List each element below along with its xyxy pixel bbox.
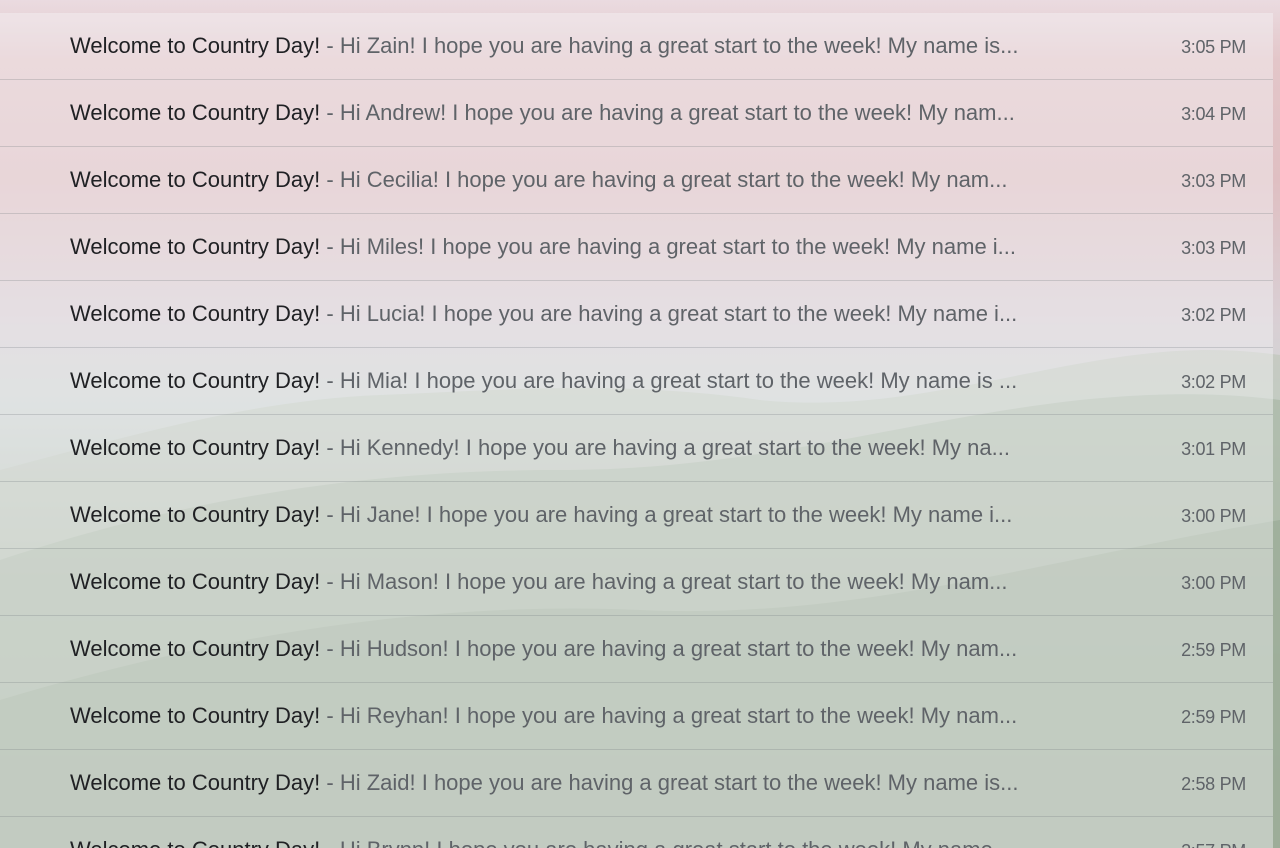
email-snippet: Hi Kennedy! I hope you are having a grea… xyxy=(339,435,1010,460)
email-time: 2:59 PM xyxy=(1181,640,1246,660)
email-subject: Welcome to Country Day! xyxy=(70,636,321,661)
email-snippet: Hi Miles! I hope you are having a great … xyxy=(339,234,1017,259)
subject-snippet-separator: - xyxy=(320,502,340,527)
email-row[interactable]: Welcome to Country Day! - Hi Mason! I ho… xyxy=(0,549,1273,616)
email-list: Welcome to Country Day! - Hi Zain! I hop… xyxy=(0,13,1273,848)
email-subject: Welcome to Country Day! xyxy=(70,502,321,527)
email-snippet: Hi Jane! I hope you are having a great s… xyxy=(339,502,1013,527)
email-subject: Welcome to Country Day! xyxy=(70,368,321,393)
email-summary: Welcome to Country Day! - Hi Kennedy! I … xyxy=(70,434,1088,462)
subject-snippet-separator: - xyxy=(320,368,340,393)
email-row[interactable]: Welcome to Country Day! - Hi Cecilia! I … xyxy=(0,147,1273,214)
email-snippet: Hi Andrew! I hope you are having a great… xyxy=(339,100,1015,125)
email-subject: Welcome to Country Day! xyxy=(70,100,321,125)
email-snippet: Hi Cecilia! I hope you are having a grea… xyxy=(339,167,1008,192)
email-snippet: Hi Zaid! I hope you are having a great s… xyxy=(339,770,1019,795)
email-summary: Welcome to Country Day! - Hi Andrew! I h… xyxy=(70,99,1088,127)
email-subject: Welcome to Country Day! xyxy=(70,435,321,460)
email-snippet: Hi Mason! I hope you are having a great … xyxy=(339,569,1008,594)
subject-snippet-separator: - xyxy=(320,837,340,848)
email-summary: Welcome to Country Day! - Hi Miles! I ho… xyxy=(70,233,1088,261)
email-time: 3:01 PM xyxy=(1181,439,1246,459)
email-time: 3:02 PM xyxy=(1181,372,1246,392)
email-row[interactable]: Welcome to Country Day! - Hi Kennedy! I … xyxy=(0,415,1273,482)
email-subject: Welcome to Country Day! xyxy=(70,703,321,728)
email-summary: Welcome to Country Day! - Hi Jane! I hop… xyxy=(70,501,1088,529)
email-row[interactable]: Welcome to Country Day! - Hi Jane! I hop… xyxy=(0,482,1273,549)
email-time: 2:57 PM xyxy=(1181,838,1246,848)
subject-snippet-separator: - xyxy=(320,234,340,259)
email-row[interactable]: Welcome to Country Day! - Hi Andrew! I h… xyxy=(0,80,1273,147)
email-row[interactable]: Welcome to Country Day! - Hi Lucia! I ho… xyxy=(0,281,1273,348)
subject-snippet-separator: - xyxy=(320,636,340,661)
email-summary: Welcome to Country Day! - Hi Hudson! I h… xyxy=(70,635,1088,663)
email-summary: Welcome to Country Day! - Hi Lucia! I ho… xyxy=(70,300,1088,328)
email-time: 2:59 PM xyxy=(1181,707,1246,727)
email-snippet: Hi Brynn! I hope you are having a great … xyxy=(340,837,1011,848)
subject-snippet-separator: - xyxy=(320,167,340,192)
email-snippet: Hi Lucia! I hope you are having a great … xyxy=(339,301,1018,326)
email-summary: Welcome to Country Day! - Hi Zain! I hop… xyxy=(70,32,1088,60)
email-snippet: Hi Hudson! I hope you are having a great… xyxy=(339,636,1018,661)
email-row[interactable]: Welcome to Country Day! - Hi Zain! I hop… xyxy=(0,13,1273,80)
subject-snippet-separator: - xyxy=(320,33,340,58)
email-subject: Welcome to Country Day! xyxy=(70,837,320,848)
email-summary: Welcome to Country Day! - Hi Mia! I hope… xyxy=(70,367,1088,395)
email-subject: Welcome to Country Day! xyxy=(70,770,321,795)
email-row[interactable]: Welcome to Country Day! - Hi Brynn! I ho… xyxy=(0,817,1273,848)
email-time: 3:03 PM xyxy=(1181,171,1246,191)
subject-snippet-separator: - xyxy=(320,770,340,795)
email-subject: Welcome to Country Day! xyxy=(70,301,321,326)
email-time: 3:02 PM xyxy=(1181,305,1246,325)
email-summary: Welcome to Country Day! - Hi Mason! I ho… xyxy=(70,568,1088,596)
email-summary: Welcome to Country Day! - Hi Zaid! I hop… xyxy=(70,769,1088,797)
email-time: 3:03 PM xyxy=(1181,238,1246,258)
subject-snippet-separator: - xyxy=(320,569,340,594)
email-row[interactable]: Welcome to Country Day! - Hi Hudson! I h… xyxy=(0,616,1273,683)
subject-snippet-separator: - xyxy=(320,100,340,125)
email-summary: Welcome to Country Day! - Hi Brynn! I ho… xyxy=(70,836,1088,848)
email-subject: Welcome to Country Day! xyxy=(70,569,321,594)
subject-snippet-separator: - xyxy=(320,703,340,728)
email-subject: Welcome to Country Day! xyxy=(70,234,321,259)
email-subject: Welcome to Country Day! xyxy=(70,33,321,58)
email-time: 3:05 PM xyxy=(1181,37,1246,57)
email-subject: Welcome to Country Day! xyxy=(70,167,321,192)
email-row[interactable]: Welcome to Country Day! - Hi Miles! I ho… xyxy=(0,214,1273,281)
email-time: 3:04 PM xyxy=(1181,104,1246,124)
email-snippet: Hi Zain! I hope you are having a great s… xyxy=(339,33,1019,58)
email-row[interactable]: Welcome to Country Day! - Hi Mia! I hope… xyxy=(0,348,1273,415)
email-time: 3:00 PM xyxy=(1181,506,1246,526)
email-row[interactable]: Welcome to Country Day! - Hi Reyhan! I h… xyxy=(0,683,1273,750)
email-snippet: Hi Reyhan! I hope you are having a great… xyxy=(339,703,1018,728)
email-row[interactable]: Welcome to Country Day! - Hi Zaid! I hop… xyxy=(0,750,1273,817)
email-time: 2:58 PM xyxy=(1181,774,1246,794)
subject-snippet-separator: - xyxy=(320,435,340,460)
email-summary: Welcome to Country Day! - Hi Cecilia! I … xyxy=(70,166,1088,194)
subject-snippet-separator: - xyxy=(320,301,340,326)
email-snippet: Hi Mia! I hope you are having a great st… xyxy=(339,368,1018,393)
email-summary: Welcome to Country Day! - Hi Reyhan! I h… xyxy=(70,702,1088,730)
email-time: 3:00 PM xyxy=(1181,573,1246,593)
